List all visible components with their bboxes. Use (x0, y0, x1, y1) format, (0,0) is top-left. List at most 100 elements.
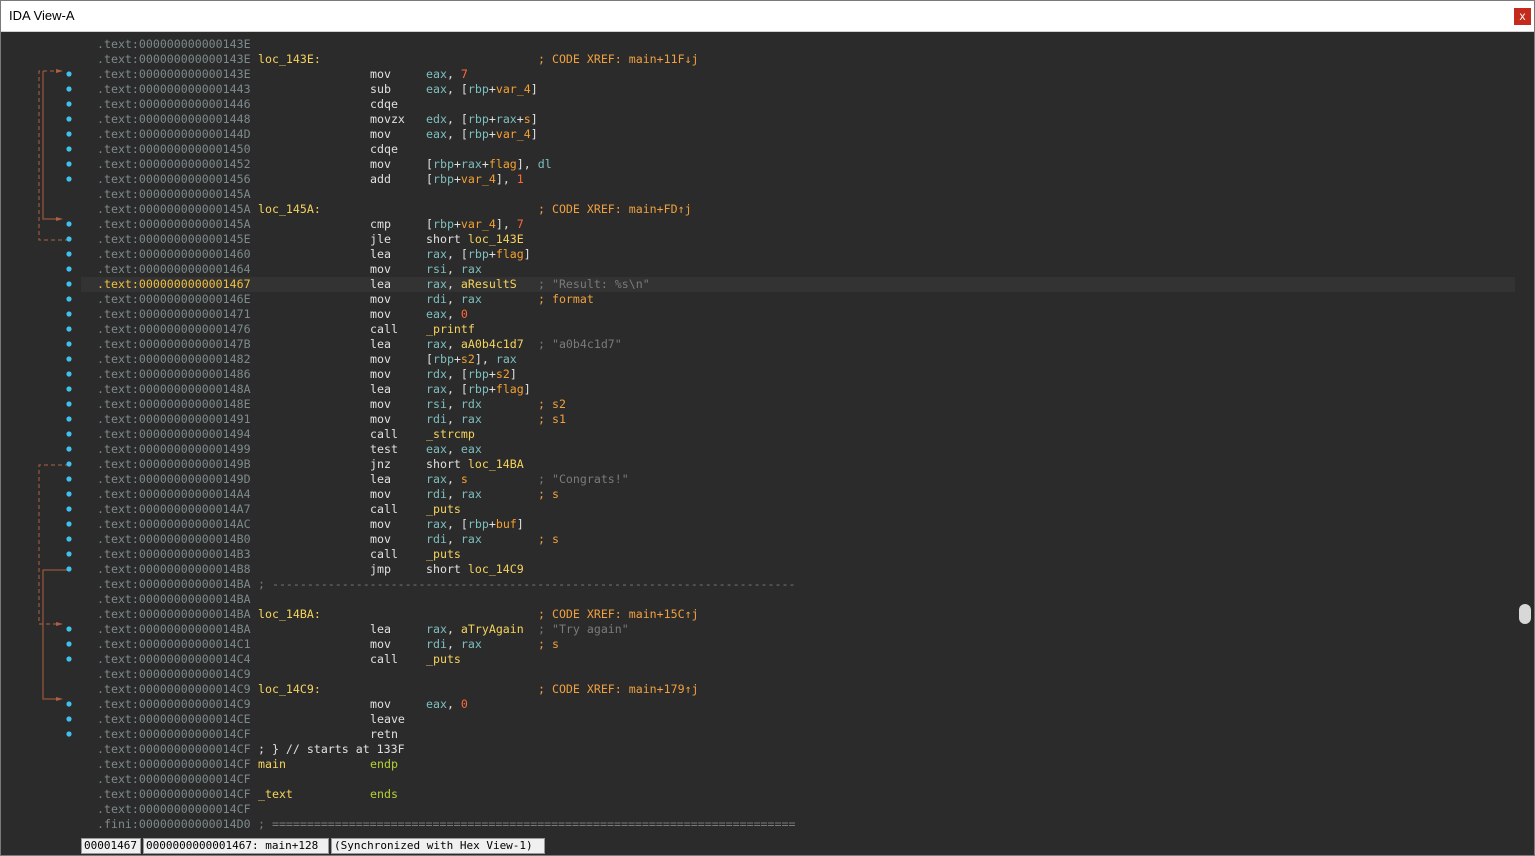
listing-line[interactable]: .text:000000000000144D mov eax, [rbp+var_4… (81, 127, 1515, 142)
listing-line[interactable]: .text:00000000000014BA ; ----------------… (81, 577, 1515, 592)
listing-line[interactable]: .text:00000000000014CF main endp (81, 757, 1515, 772)
instruction-operands[interactable]: short loc_14C9 (426, 562, 524, 577)
title-bar[interactable]: IDA View-A x (1, 1, 1534, 32)
listing-line[interactable]: .text:0000000000001450 cdqe (81, 142, 1515, 157)
listing-line[interactable]: .text:0000000000001499 test eax, eax (81, 442, 1515, 457)
instruction-operands[interactable]: eax, 0 (426, 697, 468, 712)
close-button[interactable]: x (1514, 8, 1531, 25)
listing-line[interactable]: .text:00000000000014BA (81, 592, 1515, 607)
listing-line[interactable]: .text:0000000000001456 add [rbp+var_4], 1 (81, 172, 1515, 187)
listing-line[interactable]: .text:00000000000014A7 call _puts (81, 502, 1515, 517)
listing-line[interactable]: .text:0000000000001482 mov [rbp+s2], rax (81, 352, 1515, 367)
instruction-operands[interactable]: rax, [rbp+flag] (426, 247, 531, 262)
code-label[interactable]: loc_145A: (258, 202, 321, 217)
listing-line[interactable]: .text:0000000000001464 mov rsi, rax (81, 262, 1515, 277)
instruction-operands[interactable]: edx, [rbp+rax+s] (426, 112, 538, 127)
instruction-operands[interactable]: eax, eax (426, 442, 482, 457)
instruction-operands[interactable]: short loc_143E (426, 232, 524, 247)
listing-line[interactable]: .text:000000000000145A (81, 187, 1515, 202)
instruction-operands[interactable]: _printf (426, 322, 475, 337)
listing-line[interactable]: .text:00000000000014CF (81, 802, 1515, 817)
vertical-scrollbar[interactable] (1518, 32, 1532, 836)
listing-line[interactable]: .text:00000000000014CE leave (81, 712, 1515, 727)
instruction-operands[interactable]: rax, [rbp+flag] (426, 382, 531, 397)
listing-line[interactable]: .text:000000000000149D lea rax, s ; "Congra… (81, 472, 1515, 487)
listing-line[interactable]: .text:0000000000001486 mov rdx, [rbp+s2] (81, 367, 1515, 382)
listing-line[interactable]: .text:000000000000148A lea rax, [rbp+flag] (81, 382, 1515, 397)
listing-line[interactable]: .text:000000000000146E mov rdi, rax ; forma… (81, 292, 1515, 307)
listing-line[interactable]: .text:00000000000014CF (81, 772, 1515, 787)
instruction-operands[interactable]: rdi, rax (426, 532, 482, 547)
instruction-operands[interactable]: rax, aA0b4c1d7 (426, 337, 524, 352)
listing-line[interactable]: .text:0000000000001471 mov eax, 0 (81, 307, 1515, 322)
instruction-operands[interactable]: rsi, rax (426, 262, 482, 277)
listing-line[interactable]: .text:00000000000014B0 mov rdi, rax ; s (81, 532, 1515, 547)
listing-line[interactable]: .text:0000000000001491 mov rdi, rax ; s1 (81, 412, 1515, 427)
instruction-operands[interactable]: rdx, [rbp+s2] (426, 367, 517, 382)
listing-line[interactable]: .text:0000000000001446 cdqe (81, 97, 1515, 112)
instruction-operands[interactable]: rsi, rdx (426, 397, 482, 412)
listing-line[interactable]: .fini:00000000000014D0 ; ================… (81, 817, 1515, 832)
instruction-operands[interactable]: eax, [rbp+var_4] (426, 82, 538, 97)
instruction-operands[interactable]: short loc_14BA (426, 457, 524, 472)
instruction-operands[interactable]: rax, aResultS (426, 277, 517, 292)
listing-line[interactable]: .text:000000000000143E (81, 37, 1515, 52)
listing-line[interactable]: .text:00000000000014C9 mov eax, 0 (81, 697, 1515, 712)
listing-line[interactable]: .text:000000000000145A loc_145A: ; CODE XR… (81, 202, 1515, 217)
listing-line[interactable]: .text:00000000000014B3 call _puts (81, 547, 1515, 562)
instruction-operands[interactable]: _puts (426, 502, 461, 517)
listing-line[interactable]: .text:00000000000014C1 mov rdi, rax ; s (81, 637, 1515, 652)
code-label[interactable]: ; } // starts at 133F (258, 742, 405, 757)
listing-line[interactable]: .text:000000000000145E jle short loc_143E (81, 232, 1515, 247)
listing-line[interactable]: .text:000000000000147B lea rax, aA0b4c1d7;… (81, 337, 1515, 352)
instruction-operands[interactable]: rax, s (426, 472, 468, 487)
instruction-operands[interactable]: rax, aTryAgain (426, 622, 524, 637)
listing-line[interactable]: .text:00000000000014BA lea rax, aTryAgain;… (81, 622, 1515, 637)
instruction-operands[interactable]: [rbp+var_4], 7 (426, 217, 524, 232)
instruction-operands[interactable]: eax, [rbp+var_4] (426, 127, 538, 142)
code-label[interactable]: loc_14C9: (258, 682, 321, 697)
disassembly-listing[interactable]: .text:000000000000143E .text:000000000000… (81, 37, 1515, 837)
listing-line[interactable]: .text:0000000000001467 lea rax, aResultS ; … (81, 277, 1515, 292)
instruction-operands[interactable]: _puts (426, 652, 461, 667)
instruction-operands[interactable]: _puts (426, 547, 461, 562)
listing-line[interactable]: .text:00000000000014CF _text ends (81, 787, 1515, 802)
listing-line[interactable]: .text:00000000000014C4 call _puts (81, 652, 1515, 667)
listing-line[interactable]: .text:00000000000014B8 jmp short loc_14C9 (81, 562, 1515, 577)
instruction-operands[interactable]: rax, [rbp+buf] (426, 517, 524, 532)
listing-line[interactable]: .text:000000000000148E mov rsi, rdx ; s2 (81, 397, 1515, 412)
listing-line[interactable]: .text:0000000000001460 lea rax, [rbp+flag] (81, 247, 1515, 262)
listing-line[interactable]: .text:0000000000001452 mov [rbp+rax+flag],… (81, 157, 1515, 172)
instruction-operands[interactable]: [rbp+rax+flag], dl (426, 157, 552, 172)
listing-line[interactable]: .text:0000000000001443 sub eax, [rbp+var_4… (81, 82, 1515, 97)
listing-line[interactable]: .text:00000000000014AC mov rax, [rbp+buf] (81, 517, 1515, 532)
listing-line[interactable]: .text:00000000000014BA loc_14BA: ; CODE XR… (81, 607, 1515, 622)
instruction-operands[interactable]: _strcmp (426, 427, 475, 442)
listing-line[interactable]: .text:00000000000014A4 mov rdi, rax ; s (81, 487, 1515, 502)
instruction-dot-icon (66, 521, 72, 527)
listing-line[interactable]: .text:00000000000014CF retn (81, 727, 1515, 742)
listing-line[interactable]: .text:00000000000014C9 (81, 667, 1515, 682)
instruction-operands[interactable]: rdi, rax (426, 487, 482, 502)
instruction-operands[interactable]: eax, 7 (426, 67, 468, 82)
code-label[interactable]: loc_143E: (258, 52, 321, 67)
scrollbar-thumb[interactable] (1519, 604, 1531, 624)
listing-line[interactable]: .text:00000000000014CF ; } // starts at 1… (81, 742, 1515, 757)
listing-line[interactable]: .text:000000000000143E mov eax, 7 (81, 67, 1515, 82)
instruction-operands[interactable]: rdi, rax (426, 412, 482, 427)
listing-line[interactable]: .text:000000000000143E loc_143E: ; CODE XR… (81, 52, 1515, 67)
instruction-operands[interactable]: rdi, rax (426, 292, 482, 307)
instruction-operands[interactable]: [rbp+s2], rax (426, 352, 517, 367)
instruction-operands[interactable]: eax, 0 (426, 307, 468, 322)
listing-line[interactable]: .text:00000000000014C9 loc_14C9: ; CODE XR… (81, 682, 1515, 697)
instruction-operands[interactable]: rdi, rax (426, 637, 482, 652)
listing-line[interactable]: .text:000000000000145A cmp [rbp+var_4], 7 (81, 217, 1515, 232)
listing-line[interactable]: .text:000000000000149B jnz short loc_14BA (81, 457, 1515, 472)
listing-line[interactable]: .text:0000000000001476 call _printf (81, 322, 1515, 337)
listing-line[interactable]: .text:0000000000001448 movzx edx, [rbp+rax… (81, 112, 1515, 127)
function-name[interactable]: main (258, 757, 286, 772)
listing-line[interactable]: .text:0000000000001494 call _strcmp (81, 427, 1515, 442)
function-name[interactable]: _text (258, 787, 293, 802)
instruction-operands[interactable]: [rbp+var_4], 1 (426, 172, 524, 187)
code-label[interactable]: loc_14BA: (258, 607, 321, 622)
